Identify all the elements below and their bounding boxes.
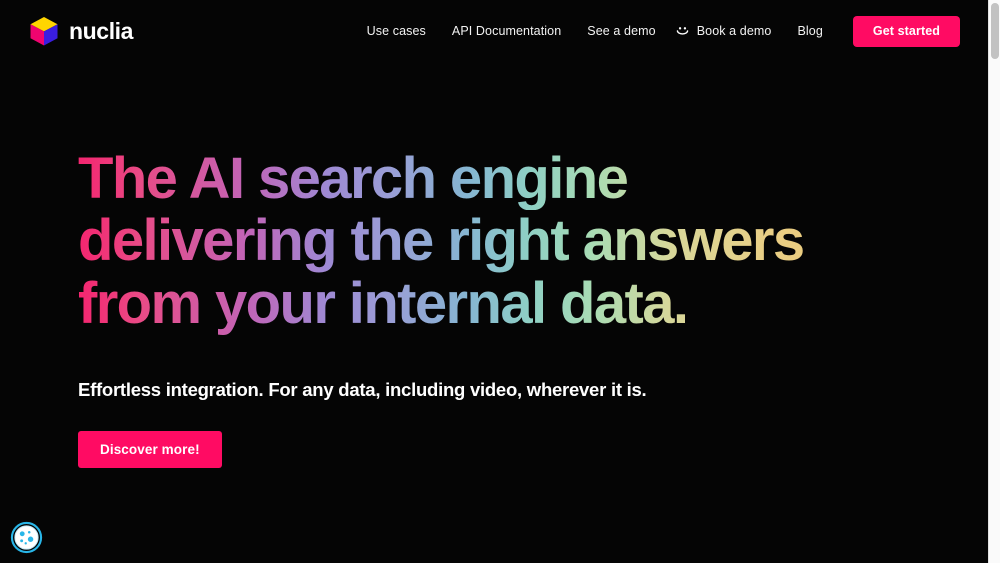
headline-line-3: from your internal data. (78, 270, 689, 336)
cookie-settings-button[interactable] (10, 521, 43, 554)
cookie-icon (10, 521, 43, 554)
brand-logo[interactable]: nuclia (28, 15, 133, 47)
hero-headline: The AI search engine delivering the righ… (78, 146, 918, 336)
headline-line-1: The AI search engine (78, 146, 629, 211)
nav-item-book-a-demo[interactable]: Book a demo (669, 18, 785, 45)
hero-subheadline: Effortless integration. For any data, in… (78, 379, 647, 401)
nav-item-see-a-demo[interactable]: See a demo (574, 18, 668, 44)
main-navigation: Use cases API Documentation See a demo B… (354, 15, 960, 47)
page-root: nuclia Use cases API Documentation See a… (0, 0, 988, 563)
page-scrollbar[interactable] (988, 0, 1000, 563)
cube-logo-icon (30, 17, 58, 46)
brand-name: nuclia (69, 17, 134, 44)
nav-item-use-cases[interactable]: Use cases (354, 18, 439, 44)
nav-item-blog[interactable]: Blog (784, 18, 835, 44)
nav-item-book-a-demo-label: Book a demo (696, 24, 772, 38)
headline-line-2: delivering the right answers (78, 208, 805, 274)
discover-more-button[interactable]: Discover more! (78, 431, 222, 469)
site-header: nuclia Use cases API Documentation See a… (0, 0, 988, 62)
smiley-face-icon (676, 26, 688, 35)
hero-section: The AI search engine delivering the righ… (78, 146, 918, 469)
nav-item-api-documentation[interactable]: API Documentation (439, 18, 574, 44)
scrollbar-thumb[interactable] (991, 3, 999, 59)
get-started-button[interactable]: Get started (852, 15, 960, 47)
